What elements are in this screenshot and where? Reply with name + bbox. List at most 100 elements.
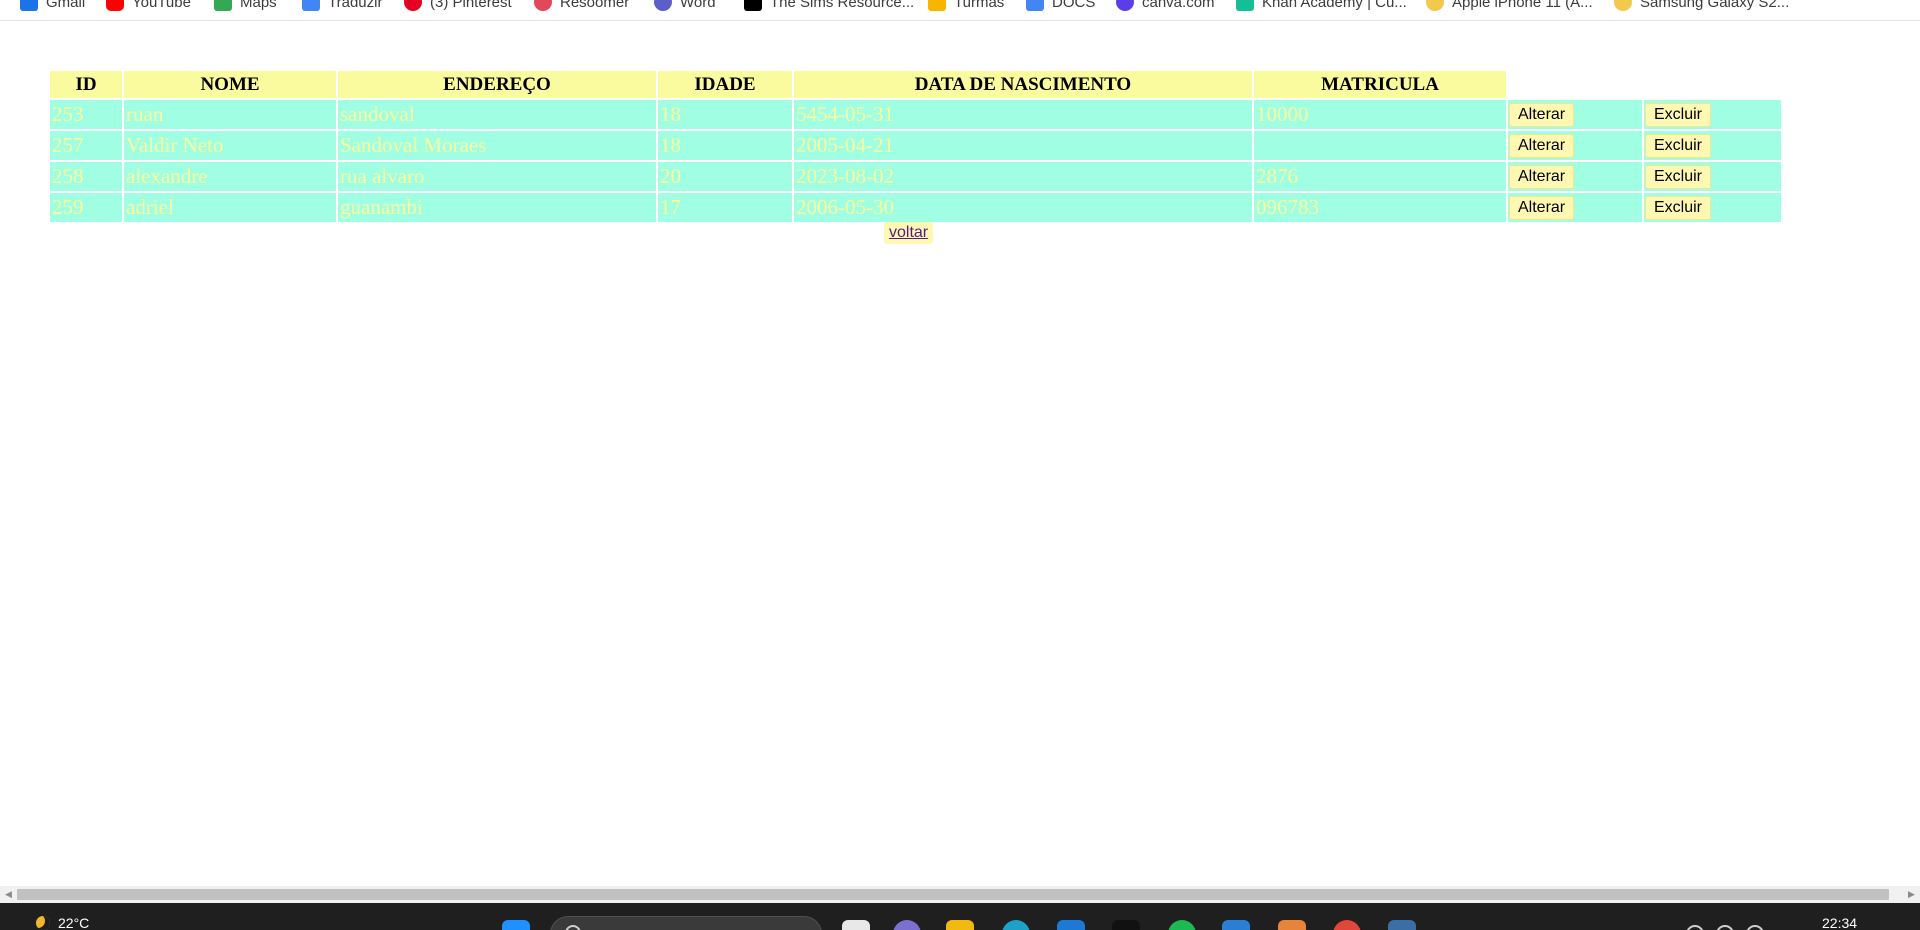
taskbar-clock[interactable]: 22:34 bbox=[1822, 915, 1857, 930]
cell-id: 253 bbox=[50, 100, 122, 129]
table-header-row: ID NOME ENDEREÇO IDADE DATA DE NASCIMENT… bbox=[50, 71, 1781, 98]
bookmark-label: DOCS bbox=[1052, 0, 1096, 11]
header-endereco: ENDEREÇO bbox=[338, 71, 656, 98]
vscode-icon[interactable] bbox=[1222, 920, 1250, 930]
cell-matricula: 2876 bbox=[1254, 162, 1506, 191]
chevron-up-icon[interactable] bbox=[1686, 925, 1704, 930]
voltar-link[interactable]: voltar bbox=[884, 222, 934, 244]
excluir-button[interactable]: Excluir bbox=[1645, 195, 1712, 220]
cell-endereco: Sandoval Moraes bbox=[338, 131, 656, 160]
bookmark-word[interactable]: Word bbox=[654, 0, 716, 12]
cell-matricula: 10000 bbox=[1254, 100, 1506, 129]
cell-matricula: 096783 bbox=[1254, 193, 1506, 222]
excluir-button[interactable]: Excluir bbox=[1645, 102, 1712, 127]
xampp-icon[interactable] bbox=[1278, 920, 1306, 930]
excluir-button[interactable]: Excluir bbox=[1645, 164, 1712, 189]
alterar-button[interactable]: Alterar bbox=[1509, 133, 1575, 158]
scroll-left-arrow-icon[interactable]: ◀ bbox=[0, 886, 17, 903]
netflix-icon[interactable] bbox=[1112, 920, 1140, 930]
cell-nascimento: 2023-08-02 bbox=[794, 162, 1252, 191]
network-icon[interactable] bbox=[1716, 925, 1734, 930]
header-blank bbox=[1508, 71, 1642, 98]
table-row: 257 Valdir Neto Sandoval Moraes 18 2005-… bbox=[50, 131, 1781, 160]
table-row: 259 adriel guanambi 17 2006-05-30 096783… bbox=[50, 193, 1781, 222]
header-id: ID bbox=[50, 71, 122, 98]
alterar-button[interactable]: Alterar bbox=[1509, 164, 1575, 189]
header-blank bbox=[1644, 71, 1781, 98]
temperature-label: 22°C bbox=[58, 915, 90, 930]
pinterest-icon bbox=[404, 0, 422, 11]
cell-nome: adriel bbox=[124, 193, 336, 222]
bookmark-iphone[interactable]: Apple iPhone 11 (A... bbox=[1426, 0, 1593, 12]
cell-idade: 18 bbox=[658, 131, 792, 160]
windows-start-icon[interactable] bbox=[502, 920, 530, 930]
volume-icon[interactable] bbox=[1746, 925, 1764, 930]
bookmark-label: (3) Pinterest bbox=[430, 0, 512, 11]
header-matricula: MATRICULA bbox=[1254, 71, 1506, 98]
classroom-icon bbox=[928, 0, 946, 11]
bookmark-label: canva.com bbox=[1142, 0, 1215, 11]
chrome-icon[interactable] bbox=[1333, 920, 1361, 930]
cell-nome: alexandre bbox=[124, 162, 336, 191]
smiley-icon bbox=[1614, 0, 1632, 11]
header-nascimento: DATA DE NASCIMENTO bbox=[794, 71, 1252, 98]
bookmark-label: Resoomer bbox=[560, 0, 630, 11]
bookmarks-bar: Gmail YouTube Maps Traduzir (3) Pinteres… bbox=[0, 0, 1920, 21]
taskbar-search-input[interactable] bbox=[550, 916, 822, 930]
bookmark-youtube[interactable]: YouTube bbox=[106, 0, 191, 12]
cell-id: 257 bbox=[50, 131, 122, 160]
table-row: 258 alexandre rua alvaro 20 2023-08-02 2… bbox=[50, 162, 1781, 191]
bookmark-label: YouTube bbox=[132, 0, 191, 11]
cell-id: 258 bbox=[50, 162, 122, 191]
alterar-cell: Alterar bbox=[1508, 131, 1642, 160]
horizontal-scrollbar[interactable]: ◀ ▶ bbox=[0, 886, 1920, 903]
cell-nascimento: 2005-04-21 bbox=[794, 131, 1252, 160]
file-explorer-icon[interactable] bbox=[946, 920, 974, 930]
translate-icon bbox=[302, 0, 320, 11]
bookmark-pinterest[interactable]: (3) Pinterest bbox=[404, 0, 512, 12]
bookmark-canva[interactable]: canva.com bbox=[1116, 0, 1215, 12]
excluir-cell: Excluir bbox=[1644, 131, 1781, 160]
excluir-cell: Excluir bbox=[1644, 193, 1781, 222]
cell-idade: 20 bbox=[658, 162, 792, 191]
cell-nome: ruan bbox=[124, 100, 336, 129]
bookmark-khan-academy[interactable]: Khan Academy | Cu... bbox=[1236, 0, 1407, 12]
alterar-button[interactable]: Alterar bbox=[1509, 195, 1575, 220]
canva-icon bbox=[1116, 0, 1134, 11]
bookmark-sims-resource[interactable]: The Sims Resource... bbox=[744, 0, 914, 12]
cell-id: 259 bbox=[50, 193, 122, 222]
notepad-icon[interactable] bbox=[842, 920, 870, 930]
cell-matricula bbox=[1254, 131, 1506, 160]
docs-icon bbox=[1026, 0, 1044, 11]
header-nome: NOME bbox=[124, 71, 336, 98]
resoomer-icon bbox=[534, 0, 552, 11]
bookmark-label: Traduzir bbox=[328, 0, 383, 11]
bookmark-maps[interactable]: Maps bbox=[214, 0, 277, 12]
bookmark-label: Word bbox=[680, 0, 716, 11]
cell-nascimento: 5454-05-31 bbox=[794, 100, 1252, 129]
spotify-icon[interactable] bbox=[1168, 920, 1196, 930]
excluir-button[interactable]: Excluir bbox=[1645, 133, 1712, 158]
scroll-right-arrow-icon[interactable]: ▶ bbox=[1903, 886, 1920, 903]
bookmark-label: Gmail bbox=[46, 0, 86, 11]
alterar-cell: Alterar bbox=[1508, 100, 1642, 129]
teams-icon[interactable] bbox=[893, 920, 921, 930]
alterar-cell: Alterar bbox=[1508, 162, 1642, 191]
word-icon bbox=[654, 0, 672, 11]
bookmark-resoomer[interactable]: Resoomer bbox=[534, 0, 629, 12]
scrollbar-thumb[interactable] bbox=[17, 889, 1889, 900]
alterar-button[interactable]: Alterar bbox=[1509, 102, 1575, 127]
bookmark-gmail[interactable]: Gmail bbox=[20, 0, 85, 12]
bookmark-turmas[interactable]: Turmas bbox=[928, 0, 1004, 12]
table-row: 253 ruan sandoval 18 5454-05-31 10000 Al… bbox=[50, 100, 1781, 129]
mysql-workbench-icon[interactable] bbox=[1388, 920, 1416, 930]
store-icon[interactable] bbox=[1057, 920, 1085, 930]
bookmark-label: Turmas bbox=[954, 0, 1005, 11]
maps-icon bbox=[214, 0, 232, 11]
edge-icon[interactable] bbox=[1002, 920, 1030, 930]
bookmark-galaxy[interactable]: Samsung Galaxy S2... bbox=[1614, 0, 1789, 12]
bookmark-docs[interactable]: DOCS bbox=[1026, 0, 1095, 12]
weather-widget[interactable]: 22°C bbox=[36, 915, 89, 930]
alterar-cell: Alterar bbox=[1508, 193, 1642, 222]
bookmark-traduzir[interactable]: Traduzir bbox=[302, 0, 382, 12]
